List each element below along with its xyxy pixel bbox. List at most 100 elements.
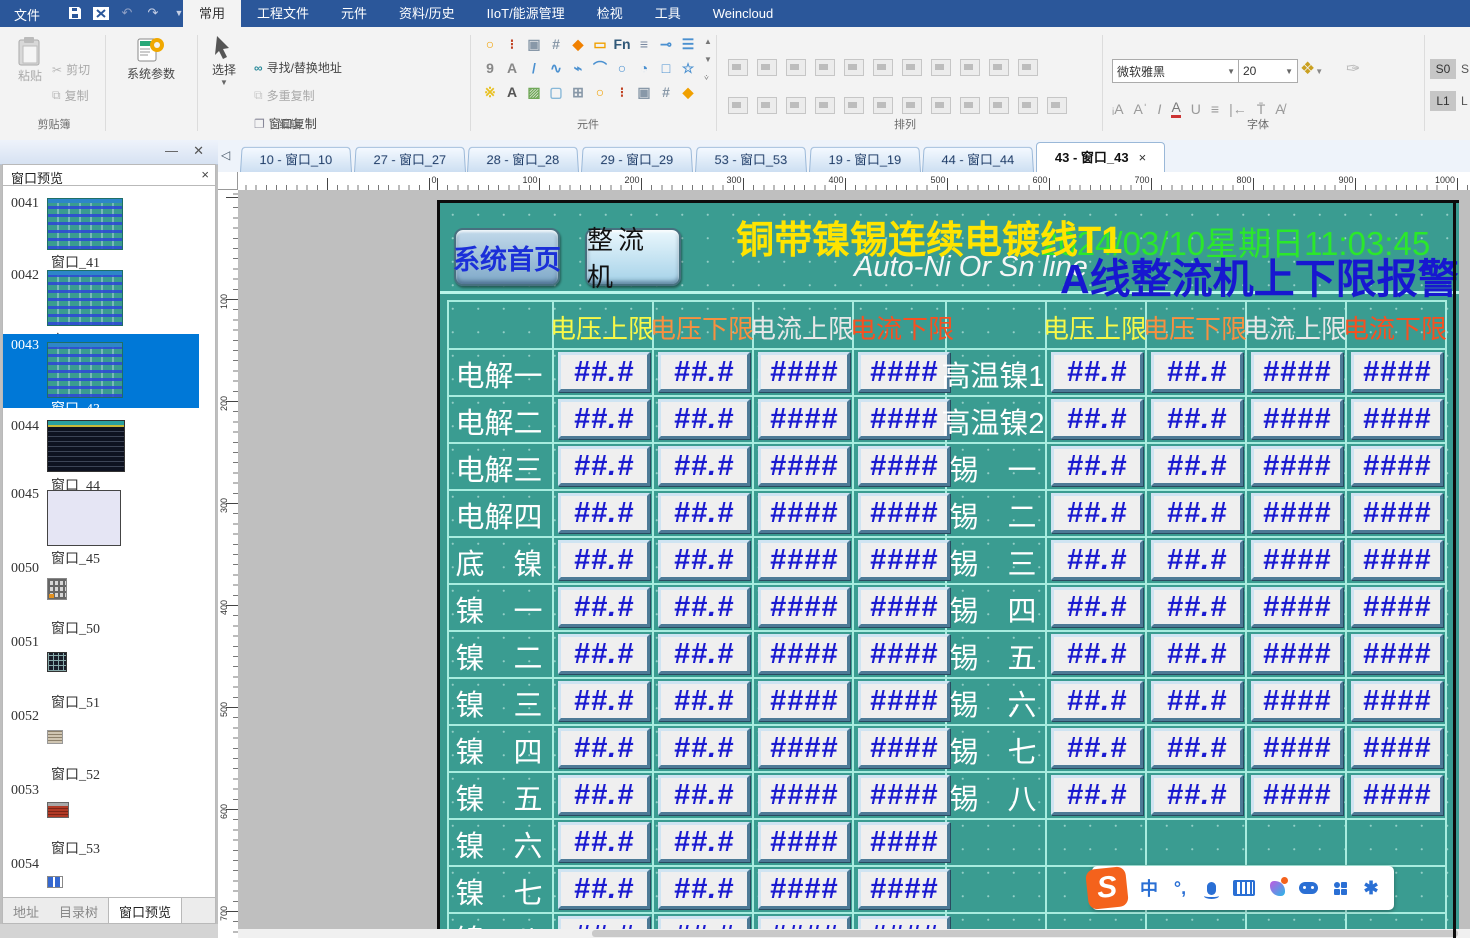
- sidebar-tab-目录树[interactable]: 目录树: [49, 898, 108, 923]
- font-style-button-5[interactable]: ≡: [1211, 101, 1219, 117]
- left-cell-r2c2[interactable]: ####: [758, 446, 850, 486]
- left-cell-r1c0[interactable]: ##.#: [558, 399, 650, 439]
- right-cell-r4c3[interactable]: ####: [1351, 540, 1443, 580]
- left-cell-r0c1[interactable]: ##.#: [658, 352, 750, 392]
- ribbon-tab-IIoT/能源管理[interactable]: IIoT/能源管理: [471, 0, 581, 27]
- left-cell-r10c1[interactable]: ##.#: [658, 822, 750, 862]
- slider-icon[interactable]: ≡: [634, 34, 654, 54]
- arrange-icon-r2-3[interactable]: [815, 97, 835, 114]
- arrange-icon-r1-2[interactable]: [786, 59, 806, 76]
- arrange-icon-r2-4[interactable]: [844, 97, 864, 114]
- pie-icon[interactable]: ◔: [634, 58, 654, 78]
- right-cell-r2c3[interactable]: ####: [1351, 446, 1443, 486]
- window-number-0052[interactable]: 0052: [11, 709, 39, 725]
- window-number-0053[interactable]: 0053: [11, 783, 39, 799]
- left-cell-r11c2[interactable]: ####: [758, 869, 850, 909]
- sogou-logo-icon[interactable]: S: [1085, 866, 1129, 910]
- right-cell-r1c0[interactable]: ##.#: [1051, 399, 1143, 439]
- right-cell-r9c3[interactable]: ####: [1351, 775, 1443, 815]
- right-cell-r5c0[interactable]: ##.#: [1051, 587, 1143, 627]
- right-cell-r3c3[interactable]: ####: [1351, 493, 1443, 533]
- font-style-button-8[interactable]: A̸: [1275, 101, 1284, 117]
- state-0-badge[interactable]: S0: [1430, 59, 1456, 79]
- arrange-icon-r1-7[interactable]: [931, 59, 951, 76]
- circle-icon[interactable]: ○: [612, 58, 632, 78]
- window-thumbnail-0054[interactable]: [47, 876, 63, 888]
- right-cell-r1c3[interactable]: ####: [1351, 399, 1443, 439]
- arrange-icon-r1-9[interactable]: [989, 59, 1009, 76]
- left-cell-r1c2[interactable]: ####: [758, 399, 850, 439]
- right-cell-r4c0[interactable]: ##.#: [1051, 540, 1143, 580]
- right-cell-r8c3[interactable]: ####: [1351, 728, 1443, 768]
- line-icon[interactable]: /: [524, 58, 544, 78]
- arrange-icon-r1-6[interactable]: [902, 59, 922, 76]
- multi-copy-button[interactable]: ⧉多重复制: [254, 87, 315, 104]
- left-cell-r11c0[interactable]: ##.#: [558, 869, 650, 909]
- simulation-icon[interactable]: [92, 5, 110, 21]
- arrange-icon-r1-3[interactable]: [815, 59, 835, 76]
- right-cell-r6c2[interactable]: ####: [1251, 634, 1343, 674]
- font-style-button-7[interactable]: T̄: [1257, 101, 1266, 117]
- window-number-0050[interactable]: 0050: [11, 561, 39, 577]
- window-caption-0045[interactable]: 窗口_45: [51, 548, 100, 568]
- arrange-icon-r2-2[interactable]: [786, 97, 806, 114]
- left-cell-r7c2[interactable]: ####: [758, 681, 850, 721]
- right-cell-r2c2[interactable]: ####: [1251, 446, 1343, 486]
- skin-icon[interactable]: [1268, 881, 1286, 896]
- arrange-icon-r2-0[interactable]: [728, 97, 748, 114]
- language-1-badge[interactable]: L1: [1430, 91, 1456, 111]
- font-style-button-0[interactable]: ᵢA: [1112, 101, 1124, 117]
- ribbon-tab-工具[interactable]: 工具: [639, 0, 697, 27]
- select-dropdown-caret[interactable]: ▼: [220, 78, 228, 87]
- select-tool-button[interactable]: 选择 ▼: [202, 35, 246, 87]
- window-caption-0053[interactable]: 窗口_53: [51, 838, 100, 858]
- chinese-mode-icon[interactable]: 中: [1140, 875, 1158, 901]
- clear-format-icon[interactable]: ✑: [1346, 59, 1360, 79]
- microphone-icon[interactable]: [1202, 882, 1220, 895]
- word-lamp-icon[interactable]: ⁝: [502, 34, 522, 54]
- window-number-0044[interactable]: 0044: [11, 419, 39, 435]
- font-family-select[interactable]: 微软雅黑▼: [1112, 59, 1240, 83]
- left-cell-r6c1[interactable]: ##.#: [658, 634, 750, 674]
- right-cell-r6c1[interactable]: ##.#: [1151, 634, 1243, 674]
- freeform-icon[interactable]: ∿: [546, 58, 566, 78]
- tab-close-icon[interactable]: ×: [1139, 150, 1147, 165]
- left-cell-r10c0[interactable]: ##.#: [558, 822, 650, 862]
- rectangle-icon[interactable]: □: [656, 58, 676, 78]
- window-thumbnail-0053[interactable]: [47, 802, 69, 818]
- set-word-2-icon[interactable]: #: [656, 82, 676, 102]
- right-cell-r2c0[interactable]: ##.#: [1051, 446, 1143, 486]
- right-cell-r7c0[interactable]: ##.#: [1051, 681, 1143, 721]
- arrange-icon-r2-11[interactable]: [1047, 97, 1067, 114]
- hscrollbar-thumb[interactable]: [592, 930, 1458, 937]
- right-cell-r0c3[interactable]: ####: [1351, 352, 1443, 392]
- left-cell-r3c0[interactable]: ##.#: [558, 493, 650, 533]
- ribbon-tab-常用[interactable]: 常用: [183, 0, 241, 27]
- system-home-button[interactable]: 系统首页: [454, 228, 560, 286]
- left-cell-r4c0[interactable]: ##.#: [558, 540, 650, 580]
- find-replace-address-button[interactable]: ∞寻找/替换地址: [254, 59, 342, 76]
- window-thumbnail-0041[interactable]: [47, 198, 123, 250]
- word-lamp-2-icon[interactable]: ⁝: [612, 82, 632, 102]
- sidebar-tab-地址[interactable]: 地址: [3, 898, 49, 923]
- left-cell-r7c3[interactable]: ####: [858, 681, 950, 721]
- text-icon[interactable]: A: [502, 82, 522, 102]
- left-cell-r0c0[interactable]: ##.#: [558, 352, 650, 392]
- right-cell-r0c1[interactable]: ##.#: [1151, 352, 1243, 392]
- numeric-icon[interactable]: 9: [480, 58, 500, 78]
- window-number-0054[interactable]: 0054: [11, 857, 39, 873]
- window-thumbnail-0051[interactable]: [47, 652, 67, 672]
- left-cell-r5c1[interactable]: ##.#: [658, 587, 750, 627]
- right-cell-r7c2[interactable]: ####: [1251, 681, 1343, 721]
- file-menu[interactable]: 文件: [14, 5, 40, 24]
- selected-window-item[interactable]: 0043窗口_43: [3, 334, 199, 408]
- window-thumbnail-0052[interactable]: [47, 730, 63, 744]
- right-cell-r8c0[interactable]: ##.#: [1051, 728, 1143, 768]
- left-cell-r9c3[interactable]: ####: [858, 775, 950, 815]
- arrange-icon-r1-0[interactable]: [728, 59, 748, 76]
- left-cell-r3c2[interactable]: ####: [758, 493, 850, 533]
- set-bit-2-icon[interactable]: ▣: [634, 82, 654, 102]
- right-cell-r5c2[interactable]: ####: [1251, 587, 1343, 627]
- undo-icon[interactable]: ↶: [118, 5, 136, 21]
- multi-state-switch-icon[interactable]: ▭: [590, 34, 610, 54]
